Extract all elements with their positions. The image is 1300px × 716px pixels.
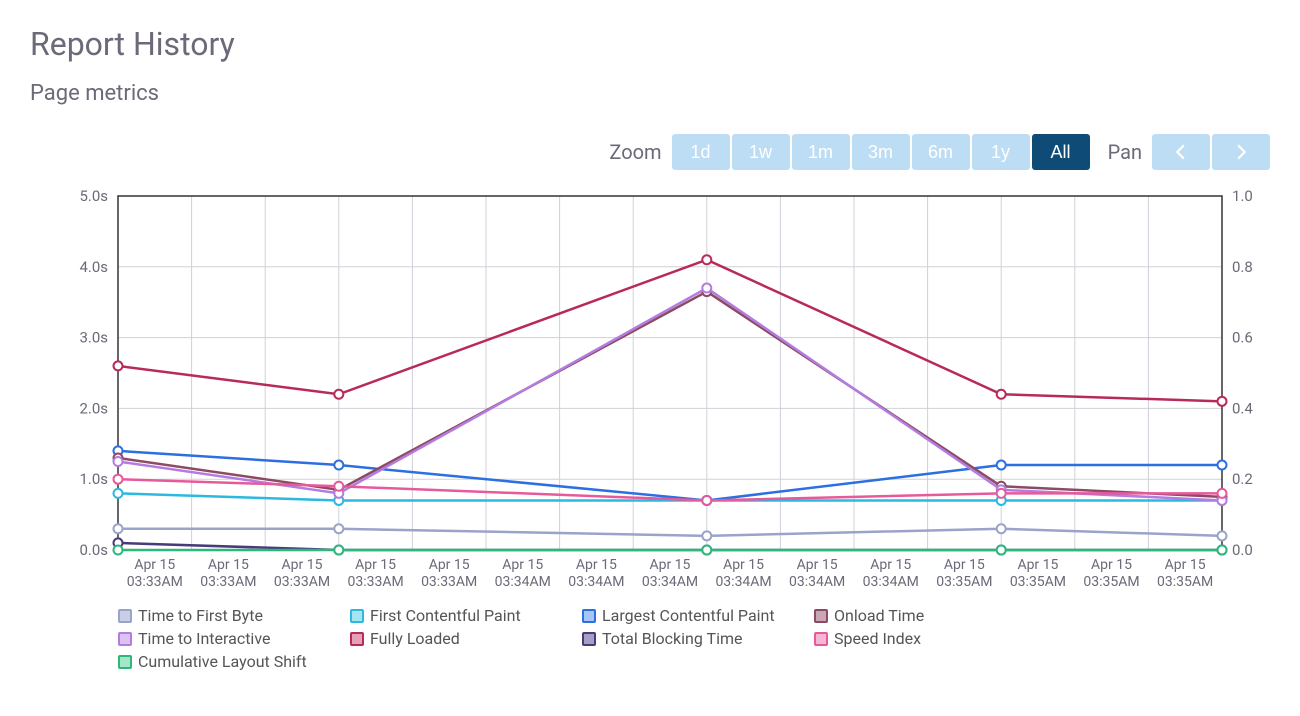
- legend-item[interactable]: Time to First Byte: [118, 606, 350, 625]
- zoom-option-1d[interactable]: 1d: [672, 134, 730, 170]
- chart-controls: Zoom 1d1w1m3m6m1yAll Pan: [30, 134, 1270, 170]
- legend-label: Total Blocking Time: [602, 629, 742, 648]
- legend-label: Onload Time: [834, 606, 924, 625]
- svg-text:5.0s: 5.0s: [79, 187, 108, 205]
- svg-text:0.2: 0.2: [1232, 470, 1253, 488]
- chevron-left-icon: [1172, 143, 1190, 161]
- legend-item[interactable]: First Contentful Paint: [350, 606, 582, 625]
- svg-text:0.8: 0.8: [1232, 258, 1253, 276]
- svg-text:3.0s: 3.0s: [79, 329, 108, 347]
- legend-swatch: [582, 609, 596, 623]
- legend-label: Fully Loaded: [370, 629, 460, 648]
- legend-item[interactable]: Onload Time: [814, 606, 1046, 625]
- legend-item[interactable]: Fully Loaded: [350, 629, 582, 648]
- svg-text:0.6: 0.6: [1232, 329, 1253, 347]
- x-tick-label: Apr 1503:33AM: [339, 557, 413, 591]
- chart-legend: Time to First Byte First Contentful Paint…: [30, 600, 1270, 675]
- x-tick-label: Apr 1503:34AM: [486, 557, 560, 591]
- x-tick-label: Apr 1503:35AM: [1001, 557, 1075, 591]
- legend-swatch: [118, 655, 132, 669]
- x-tick-label: Apr 1503:34AM: [854, 557, 928, 591]
- chart-container: 0.0s 1.0s 2.0s 3.0s 4.0s 5.0s 0.0 0.2 0.4 0.6 0.8 1…: [30, 182, 1270, 600]
- zoom-group: Zoom 1d1w1m3m6m1yAll: [609, 134, 1089, 170]
- legend-swatch: [118, 609, 132, 623]
- zoom-option-all[interactable]: All: [1032, 134, 1090, 170]
- legend-label: Speed Index: [834, 629, 921, 648]
- x-axis-labels: Apr 1503:33AMApr 1503:33AMApr 1503:33AMA…: [118, 557, 1222, 591]
- legend-item[interactable]: Time to Interactive: [118, 629, 350, 648]
- legend-swatch: [582, 632, 596, 646]
- legend-swatch: [350, 632, 364, 646]
- legend-swatch: [814, 632, 828, 646]
- zoom-option-1y[interactable]: 1y: [972, 134, 1030, 170]
- legend-label: Time to Interactive: [138, 629, 270, 648]
- x-tick-label: Apr 1503:33AM: [412, 557, 486, 591]
- svg-text:1.0s: 1.0s: [79, 470, 108, 488]
- svg-text:4.0s: 4.0s: [79, 258, 108, 276]
- line-chart[interactable]: 0.0s 1.0s 2.0s 3.0s 4.0s 5.0s 0.0 0.2 0.4 0.6 0.8 1…: [30, 182, 1270, 600]
- zoom-option-3m[interactable]: 3m: [852, 134, 910, 170]
- legend-item[interactable]: Cumulative Layout Shift: [118, 652, 350, 671]
- x-tick-label: Apr 1503:35AM: [928, 557, 1002, 591]
- legend-swatch: [350, 609, 364, 623]
- svg-text:0.0s: 0.0s: [79, 541, 108, 559]
- x-tick-label: Apr 1503:33AM: [265, 557, 339, 591]
- zoom-option-6m[interactable]: 6m: [912, 134, 970, 170]
- legend-item[interactable]: Largest Contentful Paint: [582, 606, 814, 625]
- svg-text:2.0s: 2.0s: [79, 399, 108, 417]
- page-title: Report History: [30, 25, 1270, 63]
- legend-item[interactable]: Speed Index: [814, 629, 1046, 648]
- pan-group: Pan: [1108, 134, 1270, 170]
- x-tick-label: Apr 1503:33AM: [192, 557, 266, 591]
- x-tick-label: Apr 1503:34AM: [707, 557, 781, 591]
- legend-label: Cumulative Layout Shift: [138, 652, 307, 671]
- x-tick-label: Apr 1503:34AM: [560, 557, 634, 591]
- svg-text:1.0: 1.0: [1232, 187, 1253, 205]
- zoom-options: 1d1w1m3m6m1yAll: [672, 134, 1090, 170]
- svg-text:0.4: 0.4: [1232, 399, 1253, 417]
- pan-left-button[interactable]: [1152, 134, 1210, 170]
- page-subtitle: Page metrics: [30, 81, 1270, 106]
- legend-label: First Contentful Paint: [370, 606, 521, 625]
- pan-right-button[interactable]: [1212, 134, 1270, 170]
- legend-swatch: [118, 632, 132, 646]
- zoom-label: Zoom: [609, 140, 661, 164]
- pan-buttons: [1152, 134, 1270, 170]
- x-tick-label: Apr 1503:33AM: [118, 557, 192, 591]
- x-tick-label: Apr 1503:35AM: [1148, 557, 1222, 591]
- legend-swatch: [814, 609, 828, 623]
- pan-label: Pan: [1108, 140, 1142, 164]
- legend-item[interactable]: Total Blocking Time: [582, 629, 814, 648]
- svg-text:0.0: 0.0: [1232, 541, 1253, 559]
- x-tick-label: Apr 1503:34AM: [633, 557, 707, 591]
- chevron-right-icon: [1232, 143, 1250, 161]
- legend-label: Largest Contentful Paint: [602, 606, 775, 625]
- x-tick-label: Apr 1503:34AM: [780, 557, 854, 591]
- x-tick-label: Apr 1503:35AM: [1075, 557, 1149, 591]
- legend-label: Time to First Byte: [138, 606, 263, 625]
- zoom-option-1w[interactable]: 1w: [732, 134, 790, 170]
- zoom-option-1m[interactable]: 1m: [792, 134, 850, 170]
